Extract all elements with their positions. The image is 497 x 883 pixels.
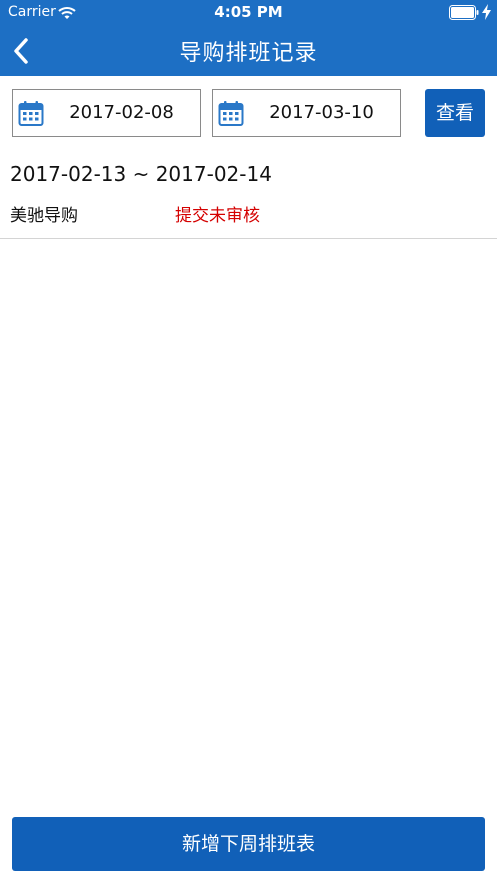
page-title: 导购排班记录 <box>179 41 318 66</box>
end-date-field[interactable]: 2017-03-10 <box>212 89 401 137</box>
start-date-field[interactable]: 2017-02-08 <box>12 89 201 137</box>
view-button[interactable]: 查看 <box>425 89 485 137</box>
header: Carrier 4:05 PM 导购排班记录 <box>0 0 497 76</box>
status-time: 4:05 PM <box>214 3 283 21</box>
calendar-icon <box>218 101 244 126</box>
calendar-icon <box>18 101 44 126</box>
battery-icon <box>449 5 479 20</box>
status-bar: Carrier 4:05 PM <box>0 0 497 26</box>
record-name: 美驰导购 <box>10 206 78 226</box>
list-item[interactable]: 2017-02-13 ~ 2017-02-14 美驰导购 提交未审核 <box>0 150 497 239</box>
nav-bar: 导购排班记录 <box>0 26 497 76</box>
charging-icon <box>482 4 491 20</box>
status-badge: 提交未审核 <box>175 206 260 226</box>
start-date-value: 2017-02-08 <box>69 102 174 123</box>
screen: Carrier 4:05 PM 导购排班记录 2017-02-08 2017-0… <box>0 0 497 883</box>
add-schedule-button[interactable]: 新增下周排班表 <box>12 817 485 871</box>
end-date-value: 2017-03-10 <box>269 102 374 123</box>
record-date-range: 2017-02-13 ~ 2017-02-14 <box>10 162 272 186</box>
